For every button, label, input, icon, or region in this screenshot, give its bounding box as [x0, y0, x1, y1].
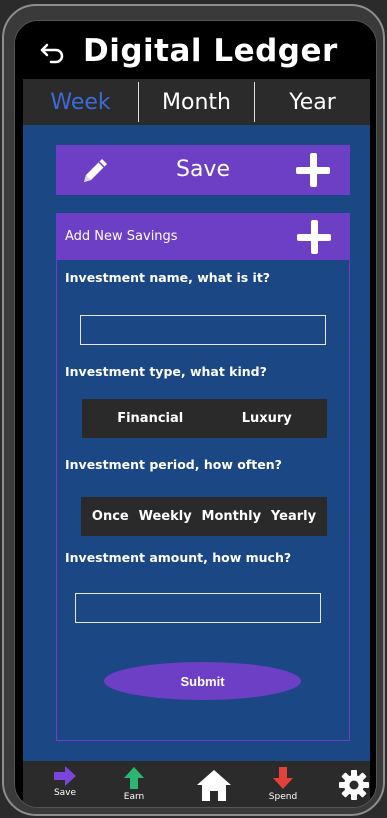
up-arrow-icon [124, 767, 144, 789]
right-arrow-icon [54, 766, 76, 786]
investment-name-label: Investment name, what is it? [65, 270, 271, 285]
app-screen: Digital Ledger Week Month Year Save Add … [14, 20, 377, 808]
form-heading: Add New Savings [65, 229, 178, 244]
period-option-once[interactable]: Once [92, 509, 129, 524]
back-icon[interactable] [39, 41, 67, 65]
home-icon [197, 770, 231, 801]
main-panel: Save Add New Savings Investment name, wh… [23, 125, 370, 761]
nav-settings[interactable] [329, 761, 376, 807]
add-savings-form: Add New Savings Investment name, what is… [56, 213, 350, 741]
period-tabs: Week Month Year [23, 79, 370, 125]
investment-period-label: Investment period, how often? [65, 457, 282, 472]
app-header: Digital Ledger [15, 21, 376, 85]
period-option-yearly[interactable]: Yearly [271, 509, 316, 524]
type-option-luxury[interactable]: Luxury [242, 411, 292, 426]
save-bar[interactable]: Save [56, 145, 350, 195]
nav-save[interactable]: Save [40, 761, 90, 807]
nav-earn-label: Earn [123, 792, 145, 802]
tab-year[interactable]: Year [255, 79, 370, 125]
phone-frame: Digital Ledger Week Month Year Save Add … [2, 4, 385, 816]
type-option-financial[interactable]: Financial [117, 411, 183, 426]
bottom-nav: Save Earn Spend [23, 761, 370, 807]
tab-month[interactable]: Month [139, 79, 254, 125]
plus-icon[interactable] [296, 153, 330, 187]
nav-home[interactable] [189, 761, 239, 807]
nav-spend[interactable]: Spend [258, 761, 308, 807]
nav-save-label: Save [53, 788, 77, 798]
investment-period-selector: Once Weekly Monthly Yearly [81, 497, 327, 536]
tab-week[interactable]: Week [23, 79, 138, 125]
nav-spend-label: Spend [268, 792, 298, 802]
submit-button[interactable]: Submit [104, 662, 301, 700]
add-plus-icon[interactable] [297, 220, 331, 254]
nav-earn[interactable]: Earn [109, 761, 159, 807]
period-option-monthly[interactable]: Monthly [202, 509, 262, 524]
investment-type-label: Investment type, what kind? [65, 364, 267, 379]
investment-name-input[interactable] [80, 315, 326, 345]
investment-type-selector: Financial Luxury [82, 399, 327, 438]
period-option-weekly[interactable]: Weekly [139, 509, 192, 524]
investment-amount-input[interactable] [75, 593, 321, 623]
gear-icon [339, 770, 369, 800]
page-title: Digital Ledger [83, 33, 338, 69]
investment-amount-label: Investment amount, how much? [65, 550, 292, 565]
form-header: Add New Savings [57, 214, 349, 260]
down-arrow-icon [273, 767, 293, 789]
